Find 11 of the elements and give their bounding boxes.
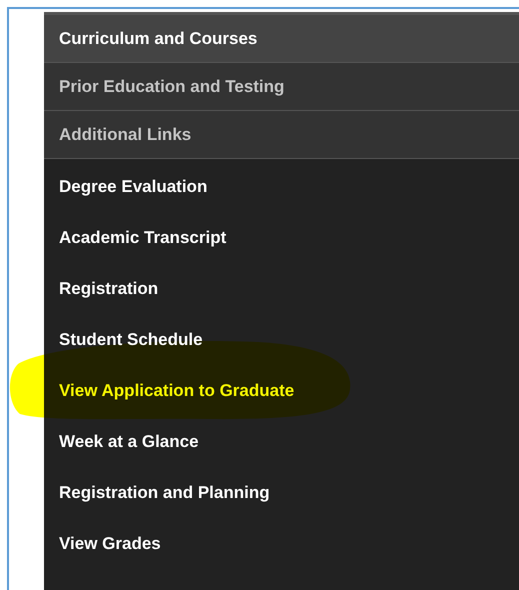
section-tab[interactable]: Additional Links <box>44 111 519 159</box>
menu-link[interactable]: Academic Transcript <box>59 228 226 248</box>
menu-link[interactable]: Registration and Planning <box>59 482 270 502</box>
menu-link[interactable]: Week at a Glance <box>59 432 199 452</box>
menu-link[interactable]: Student Schedule <box>59 330 203 350</box>
menu-link[interactable]: Degree Evaluation <box>59 176 208 196</box>
section-tab[interactable]: Prior Education and Testing <box>44 63 519 111</box>
menu-link[interactable]: View Grades <box>59 534 161 554</box>
menu-link[interactable]: Registration <box>59 278 158 298</box>
section-tab[interactable]: Curriculum and Courses <box>44 15 519 63</box>
menu-link[interactable]: View Application to Graduate <box>59 380 294 400</box>
